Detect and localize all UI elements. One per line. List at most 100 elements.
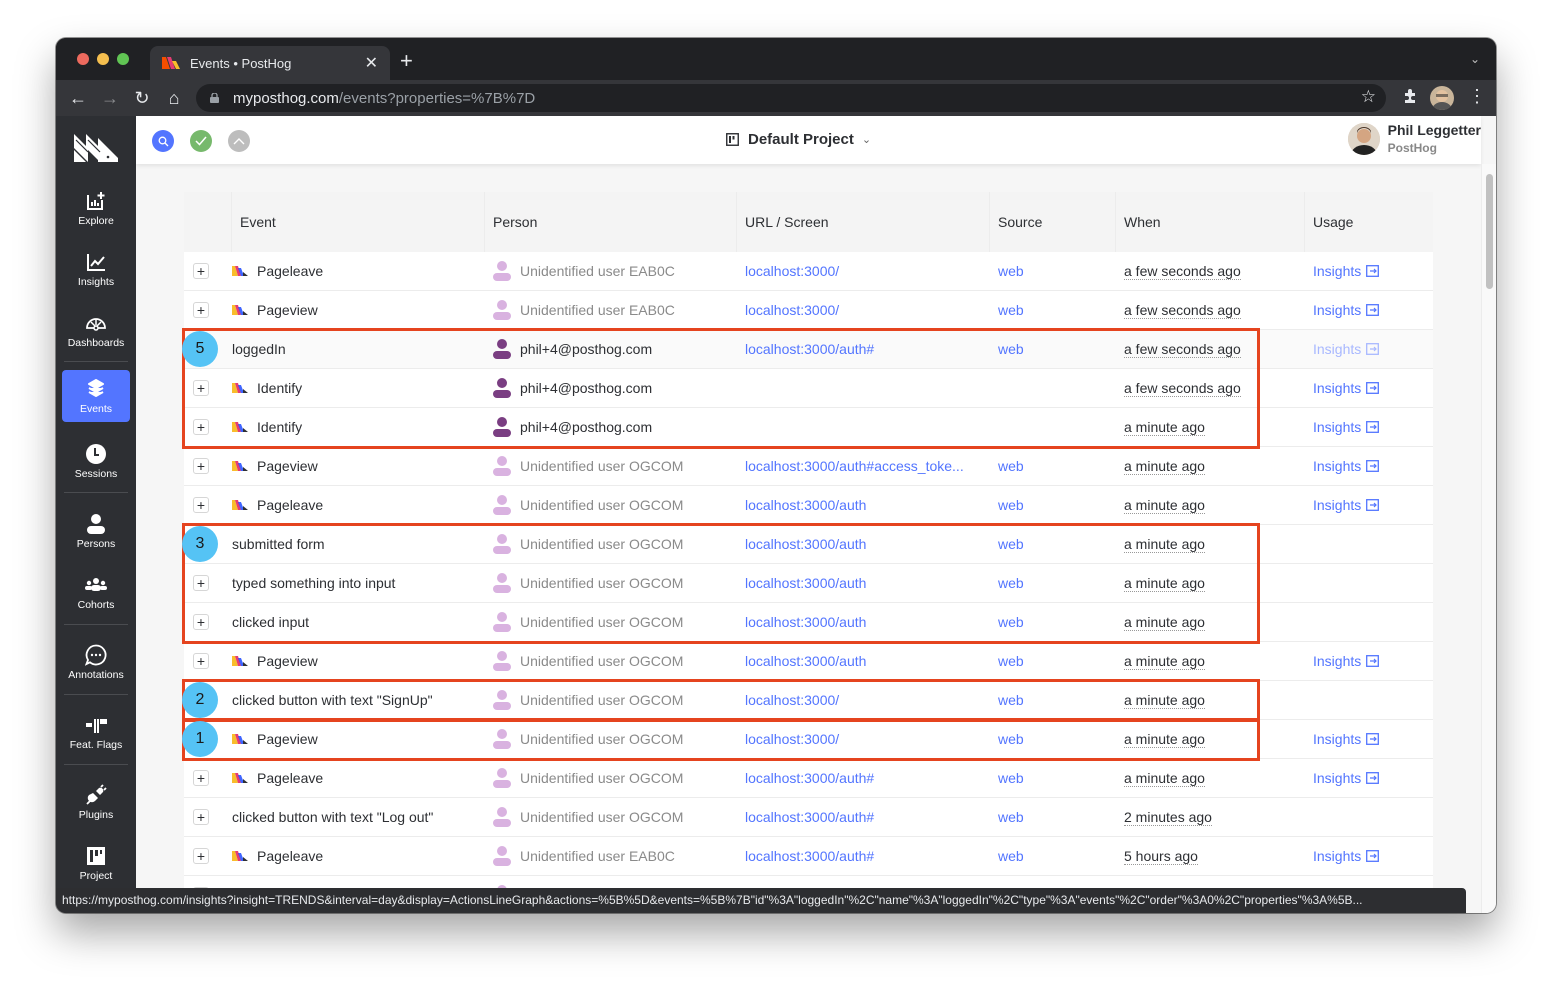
sidebar-item-persons[interactable]: Persons [62,505,130,557]
forward-button[interactable]: → [98,86,122,110]
usage-cell[interactable]: Insights [1305,731,1433,747]
table-row[interactable]: + Identify phil+4@posthog.com a minute ago I… [184,408,1433,447]
source-link[interactable]: web [990,575,1116,591]
browser-menu-icon[interactable]: ⋮ [1468,86,1486,107]
source-link[interactable]: web [990,848,1116,864]
source-link[interactable]: web [990,614,1116,630]
url-link[interactable]: localhost:3000/auth# [737,341,990,357]
bookmark-star-icon[interactable]: ☆ [1361,87,1376,107]
person-cell[interactable]: Unidentified user OGCOM [485,573,737,593]
project-switcher[interactable]: Default Project ⌄ [726,131,871,148]
expand-row-button[interactable]: + [193,653,209,669]
insights-link[interactable]: Insights [1313,848,1361,864]
usage-cell[interactable]: Insights [1305,770,1433,786]
expand-row-button[interactable]: + [193,809,209,825]
table-row[interactable]: + Pageleave Unidentified user OGCOM localho… [184,759,1433,798]
close-tab-icon[interactable]: ✕ [365,53,378,73]
sidebar-item-insights[interactable]: Insights [62,243,130,295]
source-link[interactable]: web [990,770,1116,786]
url-link[interactable]: localhost:3000/auth# [737,848,990,864]
system-status-button[interactable] [190,130,212,152]
table-row[interactable]: +PageviewUnidentified user OGCOMlocalhos… [184,720,1433,759]
table-row[interactable]: +PageviewUnidentified user OGCOMlocalhos… [184,642,1433,681]
source-link[interactable]: web [990,263,1116,279]
home-button[interactable]: ⌂ [162,86,186,110]
table-row[interactable]: + Identify phil+4@posthog.com a few seconds… [184,369,1433,408]
person-cell[interactable]: Unidentified user EAB0C [485,261,737,281]
url-link[interactable]: localhost:3000/ [737,302,990,318]
table-row[interactable]: + Pageleave Unidentified user EAB0C localho… [184,837,1433,876]
table-row[interactable]: + typed something into input Unidentified … [184,564,1433,603]
page-scrollbar[interactable] [1481,164,1496,913]
url-link[interactable]: localhost:3000/auth [737,575,990,591]
person-cell[interactable]: Unidentified user OGCOM [485,807,737,827]
back-button[interactable]: ← [66,86,90,110]
usage-cell[interactable]: Insights [1305,653,1433,669]
usage-cell[interactable]: Insights [1305,302,1433,318]
person-cell[interactable]: Unidentified user EAB0C [485,300,737,320]
source-link[interactable]: web [990,458,1116,474]
source-link[interactable]: web [990,653,1116,669]
close-window-button[interactable] [77,53,89,65]
source-link[interactable]: web [990,692,1116,708]
url-link[interactable]: localhost:3000/auth# [737,809,990,825]
url-link[interactable]: localhost:3000/auth [737,653,990,669]
insights-link[interactable]: Insights [1313,263,1361,279]
browser-profile-avatar[interactable] [1430,86,1454,110]
extensions-puzzle-icon[interactable] [1402,88,1418,104]
insights-link[interactable]: Insights [1313,770,1361,786]
insights-link[interactable]: Insights [1313,497,1361,513]
sidebar-item-explore[interactable]: Explore [62,182,130,234]
sidebar-item-sessions[interactable]: Sessions [62,435,130,487]
table-row[interactable]: +clicked button with text "SignUp"Uniden… [184,681,1433,720]
table-row[interactable]: + Pageleave Unidentified user OGCOM localho… [184,486,1433,525]
reload-button[interactable]: ↻ [130,86,154,110]
url-link[interactable]: localhost:3000/ [737,263,990,279]
person-cell[interactable]: phil+4@posthog.com [485,378,737,398]
insights-link[interactable]: Insights [1313,731,1361,747]
person-cell[interactable]: Unidentified user OGCOM [485,612,737,632]
insights-link[interactable]: Insights [1313,653,1361,669]
expand-row-button[interactable]: + [193,419,209,435]
scrollbar-thumb[interactable] [1486,174,1493,289]
person-cell[interactable]: Unidentified user OGCOM [485,690,737,710]
insights-link[interactable]: Insights [1313,380,1361,396]
insights-link[interactable]: Insights [1313,302,1361,318]
tab-search-chevron-icon[interactable]: ⌄ [1470,52,1480,66]
url-link[interactable]: localhost:3000/auth [737,536,990,552]
sidebar-item-project[interactable]: Project [62,837,130,889]
usage-cell[interactable]: Insights [1305,380,1433,396]
updates-button[interactable] [228,130,250,152]
expand-row-button[interactable]: + [193,848,209,864]
source-link[interactable]: web [990,302,1116,318]
url-link[interactable]: localhost:3000/ [737,692,990,708]
source-link[interactable]: web [990,536,1116,552]
table-row[interactable]: + clicked input Unidentified user OGCOM loc… [184,603,1433,642]
source-link[interactable]: web [990,731,1116,747]
table-row[interactable]: loggedIn phil+4@posthog.com localhost:3000… [184,330,1433,369]
expand-row-button[interactable]: + [193,497,209,513]
person-cell[interactable]: Unidentified user OGCOM [485,456,737,476]
person-cell[interactable]: Unidentified user OGCOM [485,534,737,554]
person-cell[interactable]: phil+4@posthog.com [485,339,737,359]
usage-cell[interactable]: Insights [1305,848,1433,864]
user-menu[interactable]: Phil Leggetter PostHog [1347,122,1481,155]
expand-row-button[interactable]: + [193,302,209,318]
source-link[interactable]: web [990,809,1116,825]
minimize-window-button[interactable] [97,53,109,65]
maximize-window-button[interactable] [117,53,129,65]
source-link[interactable]: web [990,497,1116,513]
sidebar-item-plugins[interactable]: Plugins [62,776,130,828]
table-row[interactable]: +submitted formUnidentified user OGCOMlo… [184,525,1433,564]
expand-row-button[interactable]: + [193,380,209,396]
usage-cell[interactable]: Insights [1305,341,1433,357]
person-cell[interactable]: Unidentified user OGCOM [485,768,737,788]
expand-row-button[interactable]: + [193,263,209,279]
person-cell[interactable]: Unidentified user EAB0C [485,846,737,866]
source-link[interactable]: web [990,341,1116,357]
insights-link[interactable]: Insights [1313,458,1361,474]
new-tab-button[interactable]: + [400,50,413,72]
search-button[interactable] [152,130,174,152]
table-row[interactable]: + Pageview Unidentified user EAB0C localhos… [184,291,1433,330]
expand-row-button[interactable]: + [193,575,209,591]
